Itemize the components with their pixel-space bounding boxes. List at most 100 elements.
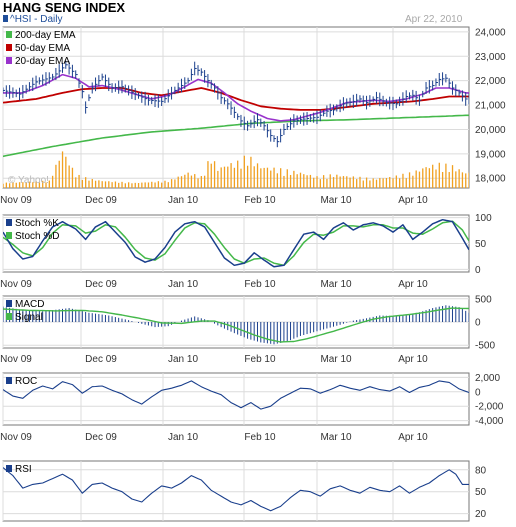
volume-bar: [207, 161, 209, 188]
volume-bar: [382, 178, 384, 188]
volume-bar: [200, 176, 202, 188]
volume-bar: [108, 181, 110, 188]
volume-bar: [306, 175, 308, 188]
volume-bar: [85, 177, 87, 188]
volume-bar: [260, 168, 262, 188]
volume-bar: [405, 178, 407, 188]
volume-bar: [243, 155, 245, 188]
price-y-tick: 18,000: [475, 174, 506, 185]
volume-bar: [164, 180, 166, 188]
volume-bar: [227, 166, 229, 188]
volume-bar: [455, 171, 457, 188]
volume-bar: [342, 176, 345, 188]
volume-bar: [349, 177, 351, 188]
volume-bar: [256, 163, 259, 188]
legend-swatch: [6, 377, 12, 384]
watermark: © Yahoo!: [8, 175, 49, 186]
volume-bar: [121, 181, 123, 188]
x-axis-label: Nov 09: [0, 432, 32, 443]
stoch-y-tick: 50: [475, 239, 487, 250]
volume-bar: [104, 181, 107, 188]
volume-bar: [432, 164, 434, 188]
volume-bar: [94, 180, 97, 188]
volume-bar: [184, 174, 186, 188]
volume-bar: [385, 178, 388, 188]
legend-swatch: [6, 465, 12, 472]
volume-bar: [372, 178, 374, 188]
legend-label: 20-day EMA: [15, 56, 70, 67]
volume-bar: [398, 178, 401, 188]
price-y-tick: 23,000: [475, 52, 506, 63]
volume-bar: [280, 168, 282, 188]
volume-bar: [448, 172, 450, 188]
volume-bar: [5, 182, 8, 188]
volume-bar: [266, 167, 269, 188]
volume-bar: [65, 156, 67, 188]
legend-swatch: [6, 313, 12, 320]
volume-bar: [286, 169, 288, 188]
volume-bar: [134, 182, 136, 188]
volume-bar: [415, 170, 417, 188]
roc-y-tick: 2,000: [475, 373, 500, 384]
volume-bar: [356, 179, 358, 188]
volume-bar: [223, 166, 226, 188]
subtitle-marker: [3, 15, 8, 22]
volume-bar: [418, 171, 421, 188]
volume-bar: [98, 180, 100, 188]
chart-title: HANG SENG INDEX: [3, 0, 125, 15]
legend-label: 200-day EMA: [15, 30, 76, 41]
volume-bar: [127, 182, 130, 188]
volume-bar: [445, 163, 447, 188]
rsi-y-tick: 20: [475, 509, 487, 520]
price-y-tick: 22,000: [475, 76, 506, 87]
volume-bar: [154, 182, 156, 188]
roc-y-tick: -2,000: [475, 402, 504, 413]
volume-bar: [230, 163, 232, 188]
volume-bar: [299, 172, 302, 188]
volume-bar: [451, 165, 454, 188]
volume-bar: [253, 166, 255, 188]
hang-seng-chart: HANG SENG INDEX ^HSI - Daily Apr 22, 201…: [0, 0, 516, 527]
volume-bar: [61, 151, 64, 188]
x-axis-label: Feb 10: [244, 432, 276, 443]
volume-bar: [332, 177, 335, 188]
volume-bar: [362, 180, 364, 188]
x-axis-label: Jan 10: [168, 279, 198, 290]
price-y-tick: 24,000: [475, 27, 506, 38]
volume-bar: [263, 167, 265, 188]
volume-bar: [167, 182, 169, 188]
volume-bar: [157, 181, 160, 188]
price-y-tick: 21,000: [475, 101, 506, 112]
volume-bar: [114, 181, 117, 188]
legend-swatch: [6, 57, 12, 64]
volume-bar: [68, 165, 70, 188]
legend-swatch: [6, 31, 12, 38]
volume-bar: [309, 174, 312, 188]
volume-bar: [190, 175, 193, 188]
volume-bar: [217, 170, 219, 188]
volume-bar: [375, 179, 378, 188]
x-axis-label: Feb 10: [244, 354, 276, 365]
price-y-tick: 20,000: [475, 125, 506, 136]
volume-bar: [240, 168, 242, 188]
volume-bar: [329, 174, 331, 188]
price-y-tick: 19,000: [475, 149, 506, 160]
volume-bar: [58, 160, 60, 188]
volume-bar: [369, 180, 371, 188]
legend-label: 50-day EMA: [15, 43, 70, 54]
chart-subtitle: ^HSI - Daily: [10, 14, 62, 25]
volume-bar: [220, 167, 222, 188]
volume-bar: [412, 175, 414, 188]
volume-bar: [283, 175, 285, 188]
x-axis-label: Dec 09: [85, 432, 117, 443]
x-axis-label: Dec 09: [85, 354, 117, 365]
volume-bar: [389, 177, 391, 188]
volume-bar: [339, 176, 341, 188]
volume-bar: [465, 173, 467, 188]
volume-bar: [88, 180, 90, 188]
volume-bar: [174, 179, 176, 188]
volume-bar: [55, 164, 57, 188]
volume-bar: [141, 182, 143, 188]
volume-bar: [177, 176, 179, 188]
volume-bar: [322, 175, 325, 188]
